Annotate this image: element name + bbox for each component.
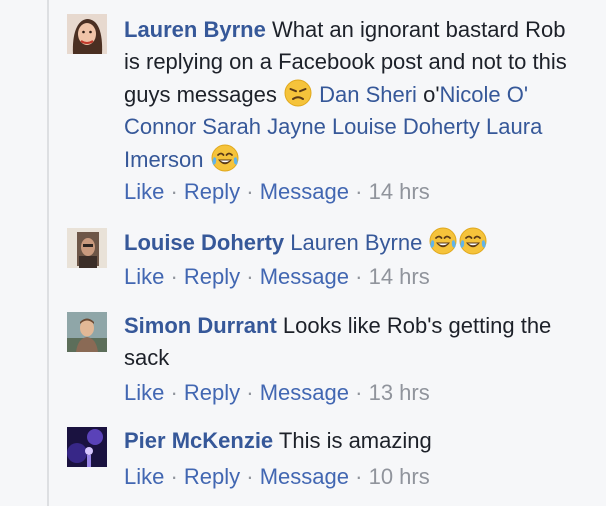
separator: · xyxy=(164,380,184,405)
comment-body: Lauren Byrne What an ignorant bastard Ro… xyxy=(124,14,574,176)
comment-text: This is amazing xyxy=(278,428,432,453)
separator: · xyxy=(349,179,369,204)
comment-actions: Like · Reply · Message · 14 hrs xyxy=(124,261,430,293)
separator: · xyxy=(240,179,260,204)
comment-actions: Like · Reply · Message · 13 hrs xyxy=(124,377,430,409)
comment-actions: Like · Reply · Message · 10 hrs xyxy=(124,461,430,493)
timestamp[interactable]: 14 hrs xyxy=(369,264,430,289)
like-link[interactable]: Like xyxy=(124,264,164,289)
comment-body: Simon Durrant Looks like Rob's getting t… xyxy=(124,310,574,374)
message-link[interactable]: Message xyxy=(260,179,349,204)
mention-link[interactable]: Louise Doherty xyxy=(332,114,480,139)
timestamp[interactable]: 10 hrs xyxy=(369,464,430,489)
like-link[interactable]: Like xyxy=(124,380,164,405)
avatar[interactable] xyxy=(67,228,107,268)
mention-link[interactable]: Lauren Byrne xyxy=(290,230,422,255)
angry-face-icon xyxy=(284,79,312,107)
separator: · xyxy=(164,464,184,489)
mention-link[interactable]: Sarah Jayne xyxy=(202,114,326,139)
timestamp[interactable]: 14 hrs xyxy=(369,179,430,204)
avatar[interactable] xyxy=(67,14,107,54)
tears-of-joy-icon xyxy=(211,144,239,172)
separator: · xyxy=(164,264,184,289)
message-link[interactable]: Message xyxy=(260,380,349,405)
avatar[interactable] xyxy=(67,427,107,467)
comment-author[interactable]: Louise Doherty xyxy=(124,230,284,255)
tears-of-joy-icon xyxy=(429,227,457,255)
mention-link[interactable]: Dan Sheri xyxy=(319,82,417,107)
comment-text: o' xyxy=(423,82,440,107)
message-link[interactable]: Message xyxy=(260,264,349,289)
separator: · xyxy=(349,380,369,405)
avatar[interactable] xyxy=(67,312,107,352)
comment-author[interactable]: Simon Durrant xyxy=(124,313,277,338)
separator: · xyxy=(240,380,260,405)
separator: · xyxy=(240,264,260,289)
separator: · xyxy=(164,179,184,204)
reply-link[interactable]: Reply xyxy=(184,464,240,489)
tears-of-joy-icon xyxy=(459,227,487,255)
reply-thread-line xyxy=(47,0,49,506)
separator: · xyxy=(349,464,369,489)
reply-link[interactable]: Reply xyxy=(184,179,240,204)
like-link[interactable]: Like xyxy=(124,464,164,489)
comment-author[interactable]: Lauren Byrne xyxy=(124,17,266,42)
comment-body: Louise Doherty Lauren Byrne xyxy=(124,226,574,259)
timestamp[interactable]: 13 hrs xyxy=(369,380,430,405)
reply-link[interactable]: Reply xyxy=(184,264,240,289)
separator: · xyxy=(349,264,369,289)
comment-author[interactable]: Pier McKenzie xyxy=(124,428,273,453)
like-link[interactable]: Like xyxy=(124,179,164,204)
comment-actions: Like · Reply · Message · 14 hrs xyxy=(124,176,430,208)
message-link[interactable]: Message xyxy=(260,464,349,489)
separator: · xyxy=(240,464,260,489)
comment-body: Pier McKenzie This is amazing xyxy=(124,425,574,457)
reply-link[interactable]: Reply xyxy=(184,380,240,405)
